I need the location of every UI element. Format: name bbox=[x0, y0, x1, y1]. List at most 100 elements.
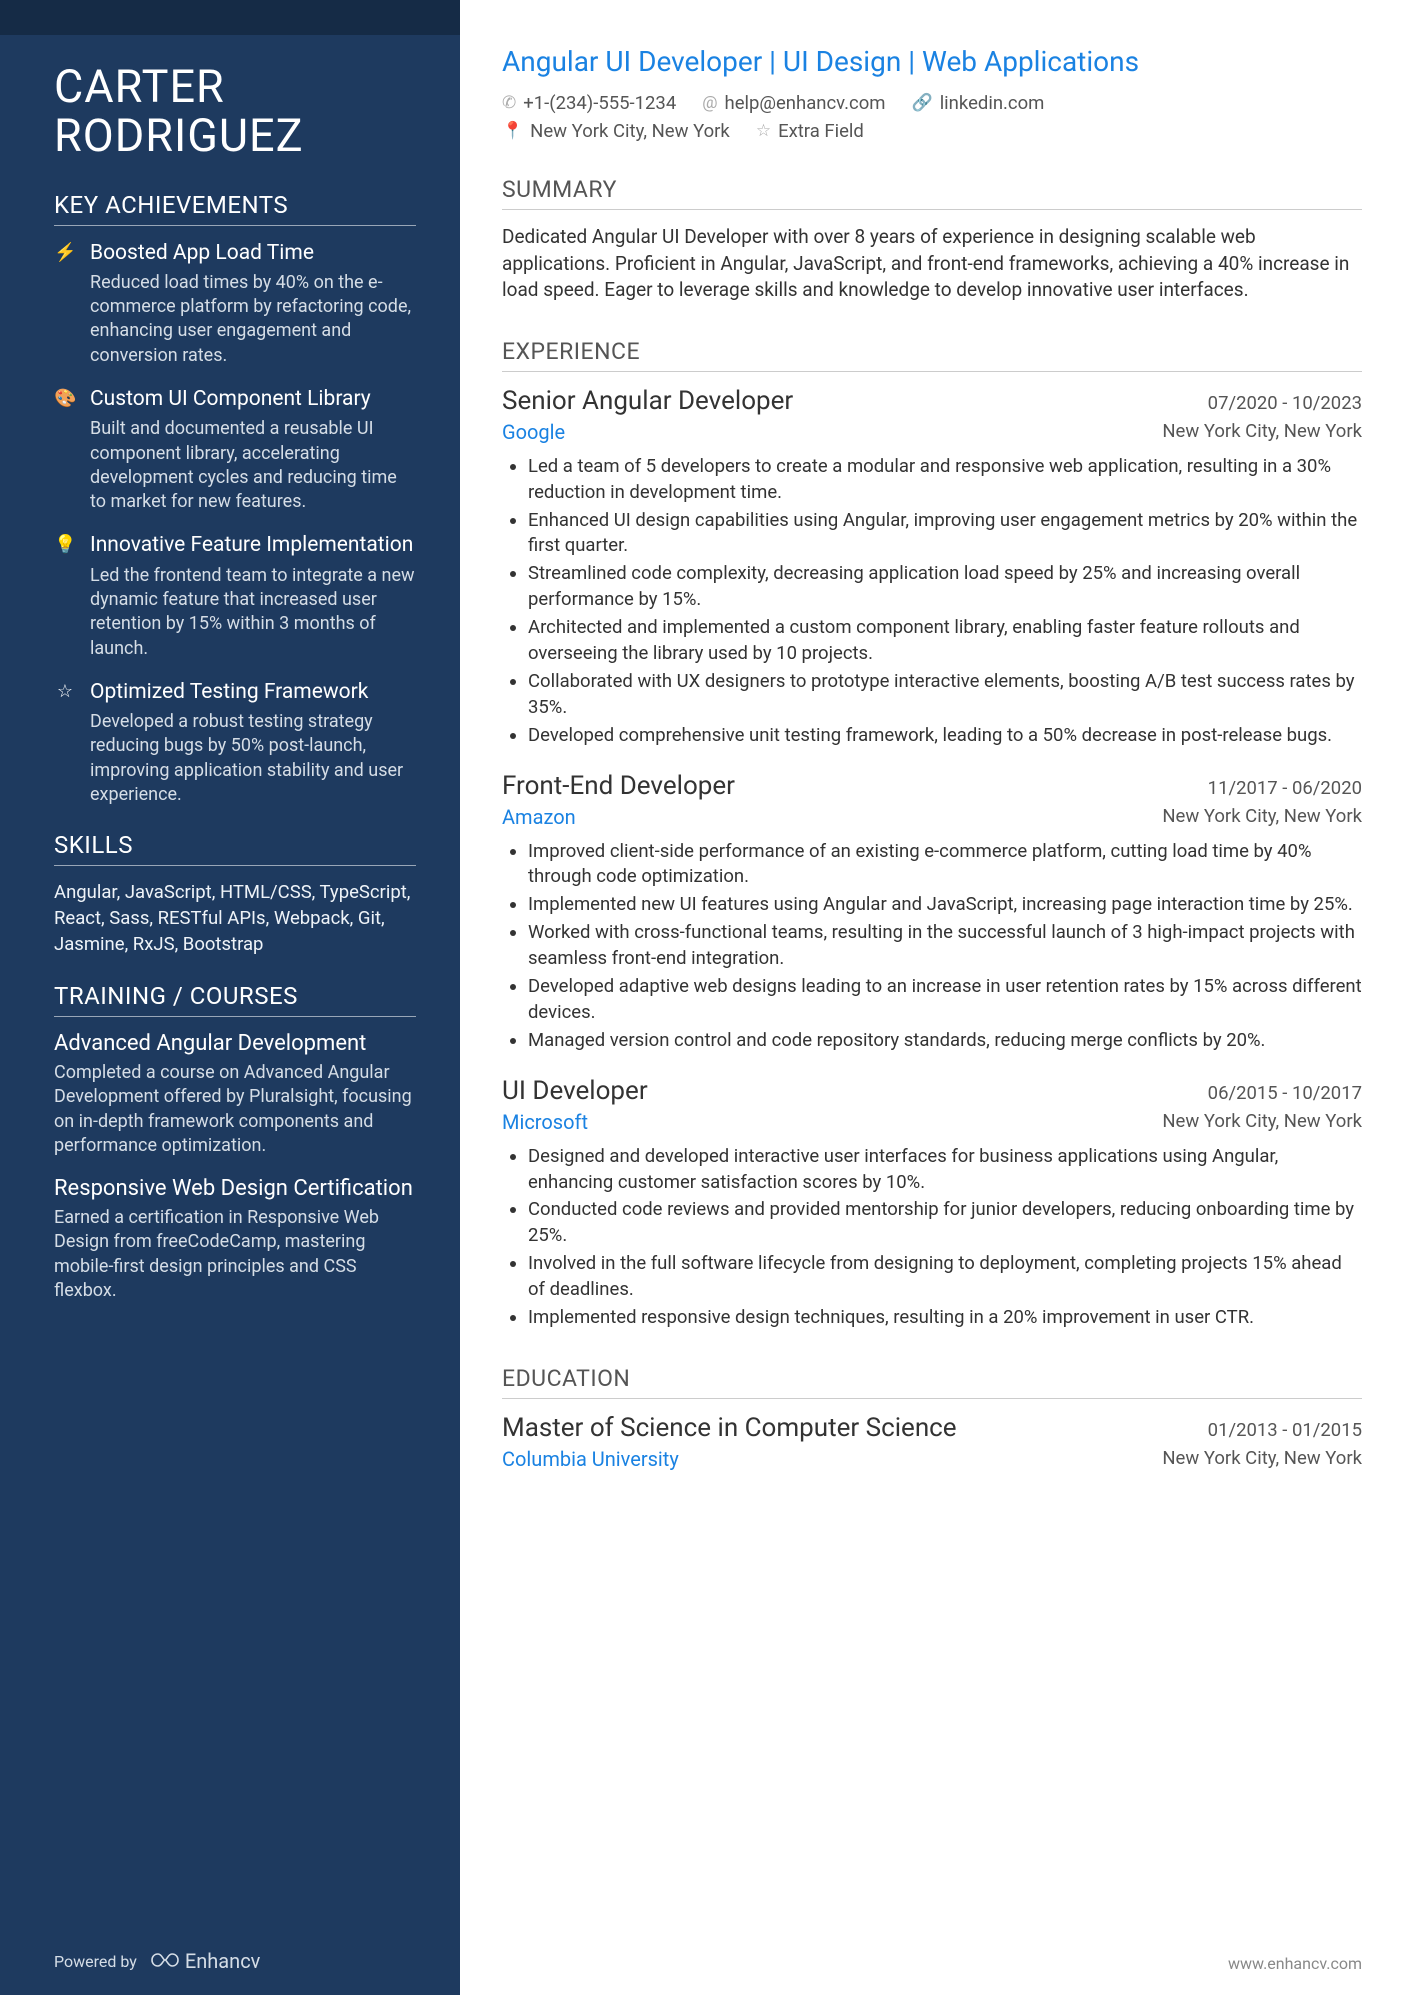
contact-location: 📍 New York City, New York bbox=[502, 120, 730, 142]
summary-section: SUMMARY Dedicated Angular UI Developer w… bbox=[502, 176, 1362, 304]
sidebar: CARTER RODRIGUEZ KEY ACHIEVEMENTS ⚡ Boos… bbox=[0, 0, 460, 1995]
section-title-experience: EXPERIENCE bbox=[502, 338, 1362, 372]
achievement-title: Optimized Testing Framework bbox=[90, 679, 416, 705]
course-desc: Completed a course on Advanced Angular D… bbox=[54, 1061, 416, 1158]
link-icon: 🔗 bbox=[912, 93, 933, 113]
education-title: Master of Science in Computer Science bbox=[502, 1413, 957, 1443]
experience-bullet: Implemented responsive design techniques… bbox=[528, 1305, 1362, 1331]
contact-link: 🔗 linkedin.com bbox=[912, 92, 1045, 114]
experience-bullet: Architected and implemented a custom com… bbox=[528, 615, 1362, 667]
experience-bullet: Involved in the full software lifecycle … bbox=[528, 1251, 1362, 1303]
summary-text: Dedicated Angular UI Developer with over… bbox=[502, 224, 1362, 304]
sidebar-accent-strip bbox=[0, 0, 460, 35]
experience-title: Front-End Developer bbox=[502, 771, 735, 801]
experience-location: New York City, New York bbox=[1162, 805, 1362, 829]
education-dates: 01/2013 - 01/2015 bbox=[1208, 1419, 1362, 1441]
experience-location: New York City, New York bbox=[1162, 1110, 1362, 1134]
phone-icon: ✆ bbox=[502, 93, 516, 113]
section-title-summary: SUMMARY bbox=[502, 176, 1362, 210]
education-school: Columbia University bbox=[502, 1447, 679, 1471]
achievement-title: Boosted App Load Time bbox=[90, 240, 416, 266]
email-text: help@enhancv.com bbox=[725, 92, 886, 114]
achievements-list: ⚡ Boosted App Load Time Reduced load tim… bbox=[54, 240, 416, 808]
experience-dates: 11/2017 - 06/2020 bbox=[1208, 777, 1362, 799]
experience-bullet: Worked with cross-functional teams, resu… bbox=[528, 920, 1362, 972]
link-text: linkedin.com bbox=[940, 92, 1045, 114]
section-title-education: EDUCATION bbox=[502, 1365, 1362, 1399]
experience-bullets: Designed and developed interactive user … bbox=[502, 1144, 1362, 1331]
achievement-desc: Built and documented a reusable UI compo… bbox=[90, 417, 416, 514]
achievement-title: Custom UI Component Library bbox=[90, 386, 416, 412]
skills-text: Angular, JavaScript, HTML/CSS, TypeScrip… bbox=[54, 880, 416, 958]
experience-title: UI Developer bbox=[502, 1076, 648, 1106]
powered-by-label: Powered by bbox=[54, 1952, 137, 1971]
experience-bullet: Streamlined code complexity, decreasing … bbox=[528, 561, 1362, 613]
experience-location: New York City, New York bbox=[1162, 420, 1362, 444]
experience-bullet: Managed version control and code reposit… bbox=[528, 1028, 1362, 1054]
contact-email: @ help@enhancv.com bbox=[702, 92, 885, 114]
course-title: Responsive Web Design Certification bbox=[54, 1176, 416, 1201]
experience-company: Google bbox=[502, 420, 565, 444]
experience-title: Senior Angular Developer bbox=[502, 386, 793, 416]
section-title-achievements: KEY ACHIEVEMENTS bbox=[54, 191, 416, 226]
experience-bullet: Developed comprehensive unit testing fra… bbox=[528, 723, 1362, 749]
achievement-icon: ⚡ bbox=[54, 242, 76, 368]
achievement-desc: Led the frontend team to integrate a new… bbox=[90, 564, 416, 661]
achievement-desc: Developed a robust testing strategy redu… bbox=[90, 710, 416, 807]
training-list: Advanced Angular Development Completed a… bbox=[54, 1031, 416, 1303]
experience-bullet: Designed and developed interactive user … bbox=[528, 1144, 1362, 1196]
achievement-item: ⚡ Boosted App Load Time Reduced load tim… bbox=[54, 240, 416, 368]
extra-text: Extra Field bbox=[778, 120, 864, 142]
brand-logo: Enhancv bbox=[151, 1949, 261, 1973]
experience-dates: 06/2015 - 10/2017 bbox=[1208, 1082, 1362, 1104]
experience-item: Senior Angular Developer 07/2020 - 10/20… bbox=[502, 386, 1362, 749]
achievement-title: Innovative Feature Implementation bbox=[90, 532, 416, 558]
candidate-name: CARTER RODRIGUEZ bbox=[54, 63, 416, 160]
experience-bullet: Improved client-side performance of an e… bbox=[528, 839, 1362, 891]
experience-bullet: Enhanced UI design capabilities using An… bbox=[528, 508, 1362, 560]
phone-text: +1-(234)-555-1234 bbox=[523, 92, 676, 114]
experience-bullet: Conducted code reviews and provided ment… bbox=[528, 1197, 1362, 1249]
course-item: Responsive Web Design Certification Earn… bbox=[54, 1176, 416, 1303]
experience-company: Amazon bbox=[502, 805, 576, 829]
headline: Angular UI Developer | UI Design | Web A… bbox=[502, 45, 1362, 78]
at-icon: @ bbox=[702, 93, 717, 113]
contact-row-2: 📍 New York City, New York ☆ Extra Field bbox=[502, 120, 1362, 142]
experience-section: EXPERIENCE Senior Angular Developer 07/2… bbox=[502, 338, 1362, 1331]
experience-company: Microsoft bbox=[502, 1110, 588, 1134]
experience-bullet: Implemented new UI features using Angula… bbox=[528, 892, 1362, 918]
education-section: EDUCATION Master of Science in Computer … bbox=[502, 1365, 1362, 1471]
main-content: Angular UI Developer | UI Design | Web A… bbox=[460, 0, 1410, 1995]
experience-bullets: Led a team of 5 developers to create a m… bbox=[502, 454, 1362, 749]
achievement-icon: ☆ bbox=[54, 681, 76, 807]
education-item: Master of Science in Computer Science 01… bbox=[502, 1413, 1362, 1471]
footer-left: Powered by Enhancv bbox=[54, 1949, 260, 1973]
location-icon: 📍 bbox=[502, 121, 523, 141]
achievement-item: 🎨 Custom UI Component Library Built and … bbox=[54, 386, 416, 514]
course-title: Advanced Angular Development bbox=[54, 1031, 416, 1056]
brand-name: Enhancv bbox=[185, 1949, 261, 1973]
experience-bullet: Collaborated with UX designers to protot… bbox=[528, 669, 1362, 721]
location-text: New York City, New York bbox=[530, 120, 730, 142]
experience-dates: 07/2020 - 10/2023 bbox=[1208, 392, 1362, 414]
contact-row: ✆ +1-(234)-555-1234 @ help@enhancv.com 🔗… bbox=[502, 92, 1362, 114]
experience-bullets: Improved client-side performance of an e… bbox=[502, 839, 1362, 1054]
infinity-icon bbox=[151, 1949, 179, 1973]
achievement-icon: 🎨 bbox=[54, 388, 76, 514]
footer-url: www.enhancv.com bbox=[1228, 1954, 1362, 1973]
achievement-desc: Reduced load times by 40% on the e-comme… bbox=[90, 271, 416, 368]
achievement-icon: 💡 bbox=[54, 534, 76, 660]
experience-item: Front-End Developer 11/2017 - 06/2020 Am… bbox=[502, 771, 1362, 1054]
experience-item: UI Developer 06/2015 - 10/2017 Microsoft… bbox=[502, 1076, 1362, 1331]
achievement-item: ☆ Optimized Testing Framework Developed … bbox=[54, 679, 416, 807]
section-title-training: TRAINING / COURSES bbox=[54, 982, 416, 1017]
star-icon: ☆ bbox=[756, 121, 771, 141]
experience-bullet: Led a team of 5 developers to create a m… bbox=[528, 454, 1362, 506]
achievement-item: 💡 Innovative Feature Implementation Led … bbox=[54, 532, 416, 660]
education-location: New York City, New York bbox=[1162, 1447, 1362, 1471]
contact-phone: ✆ +1-(234)-555-1234 bbox=[502, 92, 676, 114]
section-title-skills: SKILLS bbox=[54, 831, 416, 866]
course-desc: Earned a certification in Responsive Web… bbox=[54, 1206, 416, 1303]
course-item: Advanced Angular Development Completed a… bbox=[54, 1031, 416, 1158]
experience-bullet: Developed adaptive web designs leading t… bbox=[528, 974, 1362, 1026]
